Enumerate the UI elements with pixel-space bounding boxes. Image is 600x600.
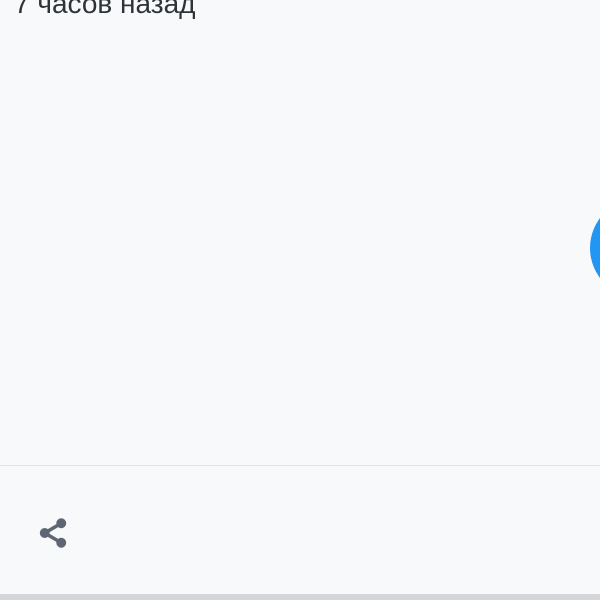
post-timestamp: 7 часов назад [14, 0, 196, 19]
share-icon [39, 518, 67, 548]
post-content: 7 часов назад [0, 0, 600, 465]
post-card: 7 часов назад [0, 0, 600, 600]
floating-action-button[interactable] [590, 198, 600, 298]
share-button[interactable] [30, 510, 76, 556]
bottom-edge [0, 594, 600, 600]
post-action-bar [0, 466, 600, 594]
